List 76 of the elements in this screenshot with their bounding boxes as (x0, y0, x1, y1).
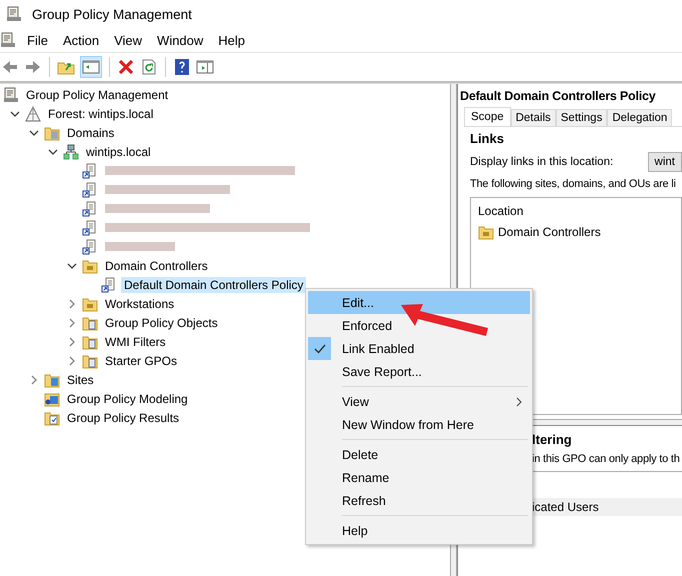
folder-icon (44, 372, 60, 388)
collapse-icon[interactable] (29, 128, 39, 138)
console-icon (3, 86, 19, 102)
location-dropdown[interactable]: wint (648, 152, 682, 172)
menu-item[interactable]: Action (56, 32, 108, 48)
expand-icon[interactable] (67, 298, 77, 308)
tree-item[interactable]: Workstations (102, 296, 178, 312)
console-icon (6, 6, 22, 22)
collapse-icon[interactable] (10, 108, 20, 118)
expand-icon[interactable] (67, 336, 77, 346)
delete-icon[interactable] (117, 58, 135, 76)
section-heading: ltering (531, 432, 573, 447)
triangle-icon (25, 106, 41, 122)
menu-item[interactable]: File (20, 32, 56, 48)
menu-item[interactable]: Edit... (308, 291, 530, 314)
tree-item[interactable]: Group Policy Management (23, 86, 172, 102)
expand-icon[interactable] (29, 374, 39, 384)
tree-item[interactable]: Sites (64, 372, 97, 388)
policy-link-icon (82, 162, 98, 178)
tree-item[interactable]: Group Policy Objects (102, 314, 221, 330)
menu-item[interactable]: New Window from Here (308, 413, 530, 436)
folder-icon (82, 334, 98, 350)
tree-item[interactable]: Group Policy Modeling (64, 390, 191, 406)
menu-item[interactable]: Enforced (308, 314, 530, 337)
policy-link-icon (82, 200, 98, 216)
tree-item[interactable]: WMI Filters (102, 334, 169, 350)
tree-item[interactable]: Domain Controllers (102, 258, 211, 274)
collapse-icon[interactable] (48, 146, 58, 156)
menu-item[interactable]: Window (150, 32, 212, 48)
tree-item[interactable]: Domains (64, 124, 118, 140)
expand-icon[interactable] (67, 356, 77, 366)
column-header[interactable]: Location (478, 204, 681, 218)
table-cell[interactable]: Domain Controllers (498, 225, 601, 239)
tree-item[interactable]: Group Policy Results (64, 410, 182, 426)
report-icon (44, 410, 60, 426)
back-icon[interactable] (1, 58, 19, 76)
refresh-icon[interactable] (140, 58, 158, 76)
description-text: The following sites, domains, and OUs are li (470, 178, 677, 190)
menu-item[interactable]: View (107, 32, 150, 48)
tree-item[interactable]: Starter GPOs (102, 352, 180, 368)
tab[interactable]: Scope (464, 107, 511, 126)
action-pane-icon[interactable] (196, 58, 214, 76)
folder-icon (478, 224, 494, 240)
menu-item[interactable]: View (308, 390, 530, 413)
tab[interactable]: Settings (556, 109, 608, 126)
folder-icon (82, 258, 98, 274)
policy-link-icon (82, 220, 98, 236)
menu-item[interactable]: Help (308, 519, 530, 542)
tab[interactable]: Details (510, 109, 556, 126)
collapse-icon[interactable] (67, 260, 77, 270)
menu-item[interactable]: Link Enabled (308, 337, 530, 360)
console-icon (0, 32, 16, 48)
modeling-icon (44, 390, 60, 406)
folder-icon (44, 124, 60, 140)
tree-item[interactable]: Forest: wintips.local (45, 106, 156, 122)
section-heading: Links (470, 131, 505, 146)
folder-icon (82, 352, 98, 368)
policy-link-icon (101, 276, 117, 292)
menu-item[interactable]: Help (211, 32, 254, 48)
policy-link-icon (82, 238, 98, 254)
window-title: Group Policy Management (32, 6, 192, 22)
forward-icon[interactable] (24, 58, 42, 76)
policy-link-icon (82, 182, 98, 198)
policy-title: Default Domain Controllers Policy (459, 88, 657, 105)
network-icon (63, 144, 79, 160)
tree-item[interactable]: Default Domain Controllers Policy (121, 276, 306, 292)
help-icon[interactable] (173, 58, 191, 76)
expand-icon[interactable] (67, 318, 77, 328)
tree-pane-icon[interactable] (80, 56, 102, 78)
menu-item[interactable]: Save Report... (308, 360, 530, 383)
checkmark-icon (314, 344, 326, 354)
tab[interactable]: Delegation (607, 109, 672, 126)
field-label: Display links in this location: (470, 156, 614, 168)
folder-icon (82, 314, 98, 330)
tree-item[interactable]: wintips.local (83, 144, 154, 160)
folder-icon (82, 296, 98, 312)
